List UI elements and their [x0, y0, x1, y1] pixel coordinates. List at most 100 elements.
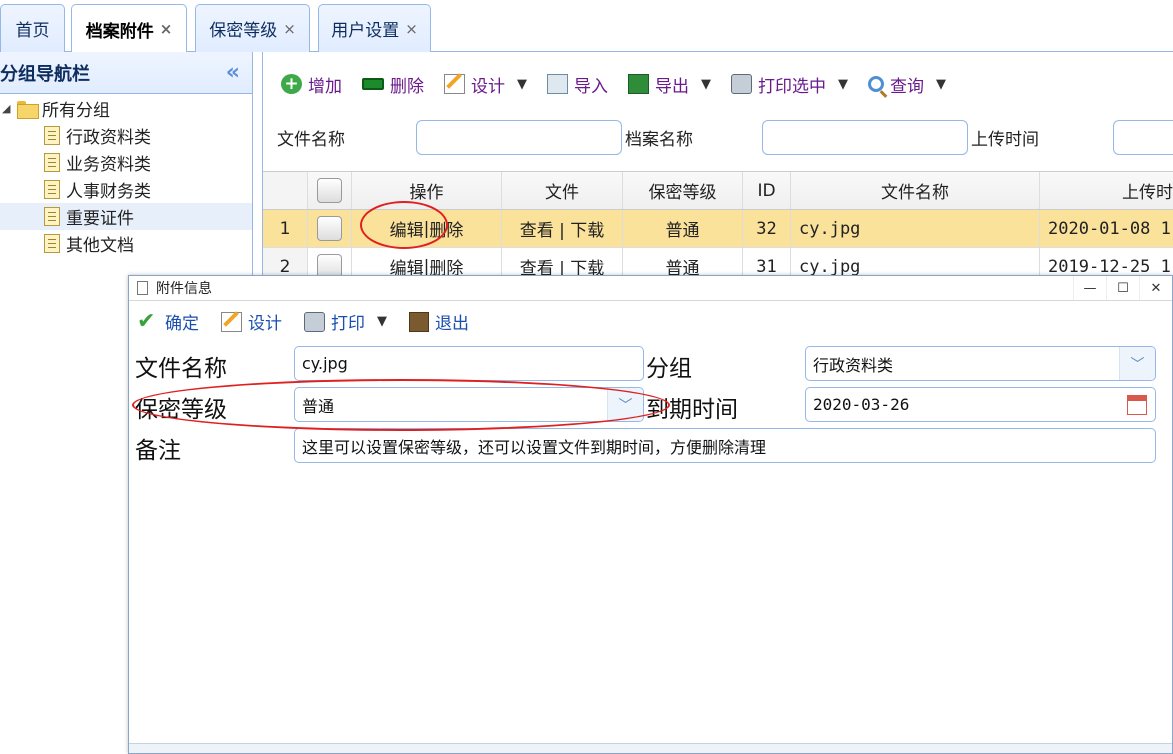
tab-security-level[interactable]: 保密等级 ×: [195, 4, 310, 52]
group-tree: ◢ 所有分组 行政资料类 业务资料类 人事财务类 重要证件 其他文档: [0, 94, 252, 257]
document-icon: [44, 126, 60, 145]
column-header[interactable]: 上传时: [1040, 172, 1173, 209]
group-value: 行政资料类: [813, 355, 894, 375]
operation-cell: 编辑 | 删除: [352, 210, 502, 247]
import-icon: [547, 74, 568, 94]
row-checkbox[interactable]: [317, 216, 342, 241]
tree-item[interactable]: 业务资料类: [0, 149, 252, 176]
tab-archive-attachment[interactable]: 档案附件 ×: [71, 4, 187, 53]
tree-item-label: 业务资料类: [66, 155, 151, 175]
file-name-field[interactable]: cy.jpg: [294, 346, 644, 381]
select-all-checkbox[interactable]: [317, 178, 342, 203]
group-select[interactable]: 行政资料类 ﹀: [805, 346, 1156, 381]
design-button[interactable]: 设计 ▼: [444, 72, 527, 97]
select-all-cell: [308, 172, 352, 209]
export-button[interactable]: 导出 ▼: [628, 72, 711, 97]
print-label: 打印: [331, 314, 365, 334]
calendar-icon[interactable]: [1119, 388, 1155, 421]
delete-link[interactable]: 删除: [429, 216, 463, 241]
upload-time-cell: 2020-01-08 1: [1048, 218, 1171, 239]
security-level-value: 普通: [302, 396, 335, 416]
remark-field[interactable]: 这里可以设置保密等级，还可以设置文件到期时间，方便删除清理: [294, 428, 1156, 463]
tab-label: 档案附件: [85, 21, 154, 42]
column-header[interactable]: 操作: [352, 172, 502, 209]
edit-pencil-icon: [444, 74, 465, 94]
print-selected-button[interactable]: 打印选中 ▼: [731, 72, 848, 97]
file-name-filter-input[interactable]: [416, 119, 622, 155]
dialog-bottom-bar: [129, 743, 1172, 753]
calendar-glyph: [1127, 394, 1147, 415]
import-button[interactable]: 导入: [547, 72, 608, 97]
upload-time-filter-input[interactable]: [1113, 119, 1173, 155]
close-icon[interactable]: ×: [283, 20, 296, 38]
exit-label: 退出: [435, 314, 469, 334]
print-button[interactable]: 打印 ▼: [304, 309, 387, 334]
dropdown-arrow-icon[interactable]: ▼: [838, 77, 848, 92]
tree-item[interactable]: 行政资料类: [0, 122, 252, 149]
file-name-label: 文件名称: [135, 356, 227, 382]
edit-link[interactable]: 编辑: [390, 216, 424, 241]
tab-user-settings[interactable]: 用户设置 ×: [318, 4, 431, 52]
page-icon: [137, 281, 148, 295]
close-icon[interactable]: ×: [160, 20, 173, 38]
column-header[interactable]: 文件: [502, 172, 623, 209]
design-label: 设计: [471, 76, 505, 97]
chevron-down-icon[interactable]: ﹀: [1119, 347, 1155, 380]
archive-name-filter-input[interactable]: [762, 119, 968, 155]
design-button[interactable]: 设计: [221, 309, 282, 334]
tree-item-label: 人事财务类: [66, 182, 151, 202]
dialog-titlebar: 附件信息 — ☐ ✕: [129, 276, 1172, 301]
column-header[interactable]: 保密等级: [623, 172, 743, 209]
table-row-selected[interactable]: 1 编辑 | 删除 查看 | 下载 普通 32 cy.jpg 2020-01-08 …: [263, 210, 1173, 248]
security-level-select[interactable]: 普通 ﹀: [294, 387, 644, 422]
tab-label: 保密等级: [209, 21, 278, 41]
tab-home[interactable]: 首页: [0, 4, 65, 52]
tree-root-label: 所有分组: [42, 101, 110, 121]
document-icon: [44, 153, 60, 172]
collapse-icon[interactable]: «: [226, 60, 240, 85]
confirm-button[interactable]: ✔ 确定: [137, 309, 199, 334]
delete-label: 删除: [390, 76, 424, 97]
grid-header: 操作 文件 保密等级 ID 文件名称 上传时: [263, 172, 1173, 210]
add-label: 增加: [308, 76, 342, 97]
document-icon: [44, 234, 60, 253]
dropdown-arrow-icon[interactable]: ▼: [377, 314, 387, 329]
dropdown-arrow-icon[interactable]: ▼: [936, 77, 946, 92]
row-number: 1: [263, 210, 308, 247]
close-icon[interactable]: ✕: [1139, 276, 1172, 300]
tree-item-label: 重要证件: [66, 209, 134, 229]
add-button[interactable]: + 增加: [281, 72, 342, 97]
edit-pencil-icon: [221, 311, 242, 332]
column-header[interactable]: ID: [743, 172, 791, 209]
exit-button[interactable]: 退出: [409, 309, 469, 334]
minimize-icon[interactable]: —: [1073, 276, 1106, 300]
attachment-info-dialog: 附件信息 — ☐ ✕ ✔ 确定 设计 打印 ▼ 退出 文件名称 cy.jpg 分…: [128, 275, 1173, 754]
archive-name-filter-label: 档案名称: [625, 129, 693, 150]
query-button[interactable]: 查询 ▼: [868, 72, 946, 97]
file-name-filter-label: 文件名称: [277, 129, 345, 150]
tree-expand-icon[interactable]: ◢: [2, 102, 16, 115]
dropdown-arrow-icon[interactable]: ▼: [701, 77, 711, 92]
tab-bar: 首页 档案附件 × 保密等级 × 用户设置 ×: [0, 0, 1173, 53]
row-checkbox-cell: [308, 210, 352, 247]
tree-item-selected[interactable]: 重要证件: [0, 203, 252, 230]
chevron-down-icon[interactable]: ﹀: [607, 388, 643, 421]
tree-item[interactable]: 其他文档: [0, 230, 252, 257]
expire-date-field[interactable]: 2020-03-26: [805, 387, 1156, 422]
sidebar-header: 分组导航栏 «: [0, 52, 252, 94]
close-icon[interactable]: ×: [405, 20, 418, 38]
level-cell: 普通: [623, 210, 743, 247]
tab-label: 用户设置: [331, 21, 400, 41]
expire-time-label: 到期时间: [646, 397, 738, 423]
tree-item[interactable]: 人事财务类: [0, 176, 252, 203]
dropdown-arrow-icon[interactable]: ▼: [517, 77, 527, 92]
excel-icon: [628, 74, 649, 94]
maximize-icon[interactable]: ☐: [1106, 276, 1139, 300]
column-header[interactable]: 文件名称: [791, 172, 1040, 209]
security-level-label: 保密等级: [135, 397, 227, 423]
delete-button[interactable]: 删除: [362, 72, 424, 97]
sidebar-title: 分组导航栏: [0, 63, 90, 85]
confirm-label: 确定: [165, 314, 199, 334]
file-actions-cell[interactable]: 查看 | 下载: [502, 210, 623, 247]
tree-root[interactable]: ◢ 所有分组: [0, 95, 252, 122]
